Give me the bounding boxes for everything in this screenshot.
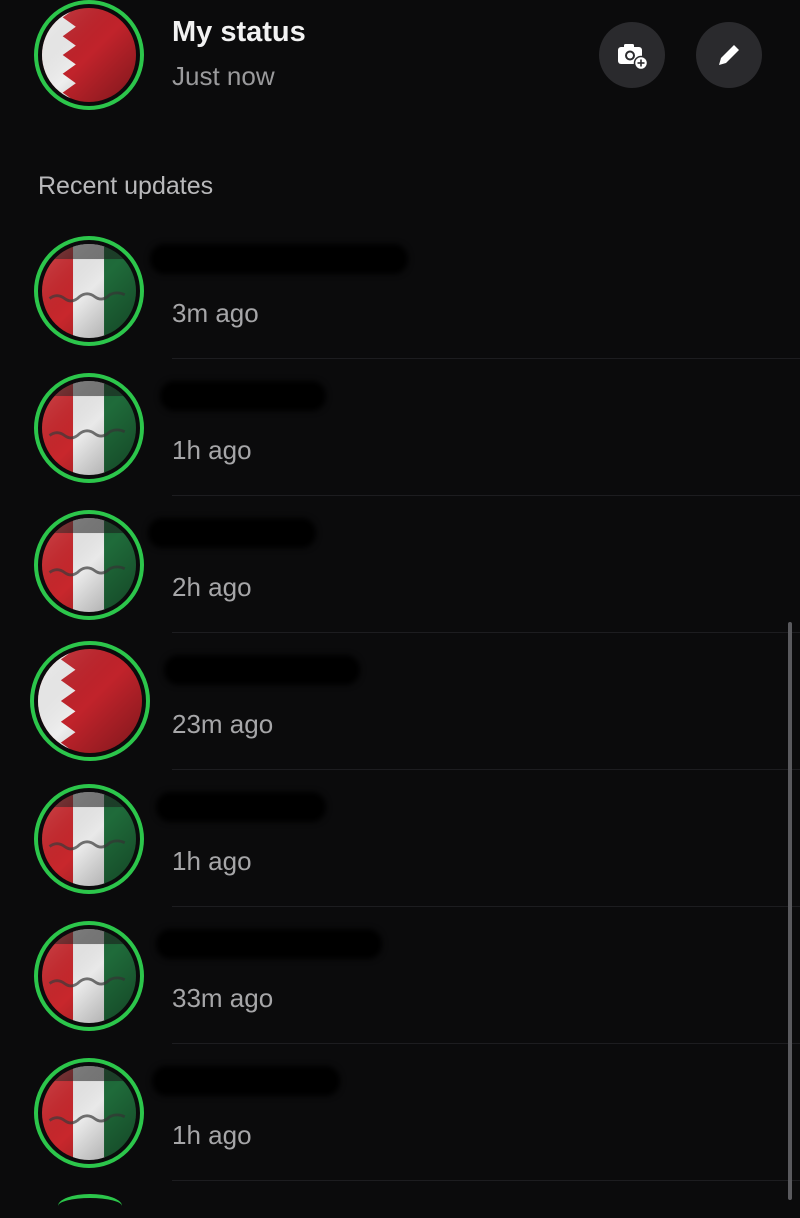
- status-time: 3m ago: [172, 298, 259, 328]
- redacted-contact-name: [148, 518, 316, 548]
- contact-avatar[interactable]: [34, 921, 144, 1031]
- recent-updates-heading: Recent updates: [38, 172, 214, 200]
- recent-updates-list: 3m ago 1h ago 2h ago 23m ago 1h ago 33m …: [0, 222, 800, 1200]
- status-item-5[interactable]: 1h ago: [0, 770, 800, 907]
- next-contact-avatar-partial[interactable]: [58, 1194, 122, 1218]
- contact-avatar[interactable]: [34, 784, 144, 894]
- camera-status-button[interactable]: [599, 22, 665, 88]
- contact-avatar[interactable]: [30, 641, 150, 761]
- status-time: 1h ago: [172, 1120, 252, 1150]
- my-status-title: My status: [172, 16, 306, 48]
- status-item-1[interactable]: 3m ago: [0, 222, 800, 359]
- redacted-contact-name: [164, 655, 360, 685]
- contact-avatar[interactable]: [34, 373, 144, 483]
- flag-icon: [42, 929, 136, 1023]
- redacted-contact-name: [150, 244, 408, 274]
- flag-icon: [42, 244, 136, 338]
- redacted-contact-name: [156, 929, 382, 959]
- flag-icon: [42, 518, 136, 612]
- status-time: 23m ago: [172, 709, 274, 739]
- status-item-7[interactable]: 1h ago: [0, 1044, 800, 1181]
- text-status-button[interactable]: [696, 22, 762, 88]
- flag-icon: [42, 381, 136, 475]
- scrollbar[interactable]: [788, 622, 792, 1200]
- contact-avatar[interactable]: [34, 510, 144, 620]
- flag-icon: [42, 1066, 136, 1160]
- status-item-4[interactable]: 23m ago: [0, 633, 800, 770]
- bahrain-flag-icon: [38, 649, 142, 753]
- flag-icon: [42, 792, 136, 886]
- status-time: 2h ago: [172, 572, 252, 602]
- status-time: 1h ago: [172, 435, 252, 465]
- pencil-icon: [719, 42, 742, 65]
- bahrain-flag-icon: [42, 8, 136, 102]
- my-status-avatar[interactable]: [34, 0, 144, 110]
- status-item-2[interactable]: 1h ago: [0, 359, 800, 496]
- camera-add-icon: [618, 44, 649, 71]
- divider: [172, 1180, 800, 1181]
- status-time: 1h ago: [172, 846, 252, 876]
- my-status-time: Just now: [172, 61, 275, 91]
- status-time: 33m ago: [172, 983, 274, 1013]
- my-status-row[interactable]: My status Just now: [0, 0, 800, 130]
- redacted-contact-name: [160, 381, 326, 411]
- contact-avatar[interactable]: [34, 236, 144, 346]
- status-item-3[interactable]: 2h ago: [0, 496, 800, 633]
- redacted-contact-name: [152, 1066, 340, 1096]
- redacted-contact-name: [156, 792, 326, 822]
- status-item-6[interactable]: 33m ago: [0, 907, 800, 1044]
- contact-avatar[interactable]: [34, 1058, 144, 1168]
